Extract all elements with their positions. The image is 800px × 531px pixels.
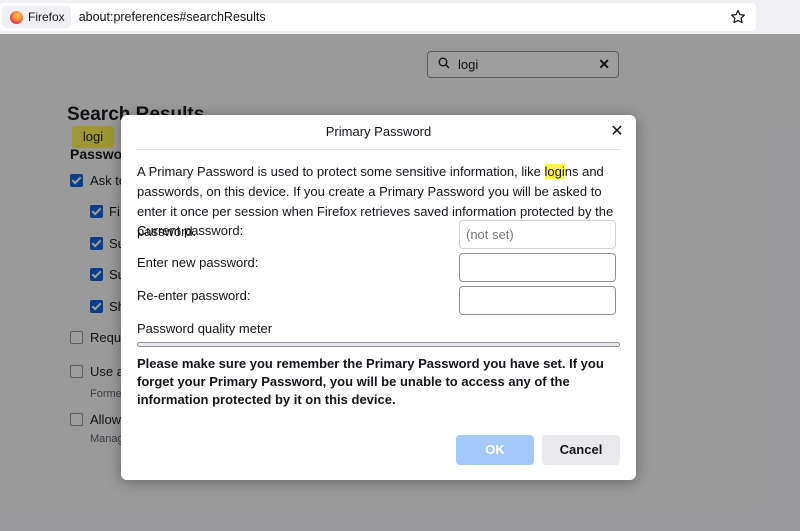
browser-toolbar: Firefox about:preferences#searchResults: [0, 0, 800, 34]
identity-label: Firefox: [28, 10, 65, 24]
reenter-password-field[interactable]: [459, 286, 616, 315]
cancel-button[interactable]: Cancel: [542, 435, 620, 465]
description-start: A Primary Password is used to protect so…: [137, 164, 545, 179]
current-password-label: Current password:: [137, 223, 244, 238]
bookmark-star-icon[interactable]: [728, 7, 748, 27]
primary-password-dialog: Primary Password ✕ A Primary Password is…: [121, 115, 636, 480]
ok-button[interactable]: OK: [456, 435, 534, 465]
description-highlight: logi: [544, 164, 565, 179]
url-text[interactable]: about:preferences#searchResults: [79, 10, 266, 24]
url-bar[interactable]: Firefox about:preferences#searchResults: [0, 3, 756, 31]
new-password-field[interactable]: [459, 253, 616, 282]
new-password-label: Enter new password:: [137, 255, 259, 270]
reenter-password-label: Re-enter password:: [137, 288, 251, 303]
quality-meter-label: Password quality meter: [137, 321, 273, 336]
dialog-warning: Please make sure you remember the Primar…: [137, 356, 604, 407]
firefox-logo-icon: [10, 10, 23, 24]
dialog-title: Primary Password: [325, 124, 432, 139]
dialog-divider: [137, 149, 620, 150]
identity-box[interactable]: Firefox: [2, 6, 71, 28]
current-password-field: [459, 220, 616, 249]
password-quality-meter: [137, 342, 620, 347]
close-icon[interactable]: ✕: [606, 121, 628, 143]
